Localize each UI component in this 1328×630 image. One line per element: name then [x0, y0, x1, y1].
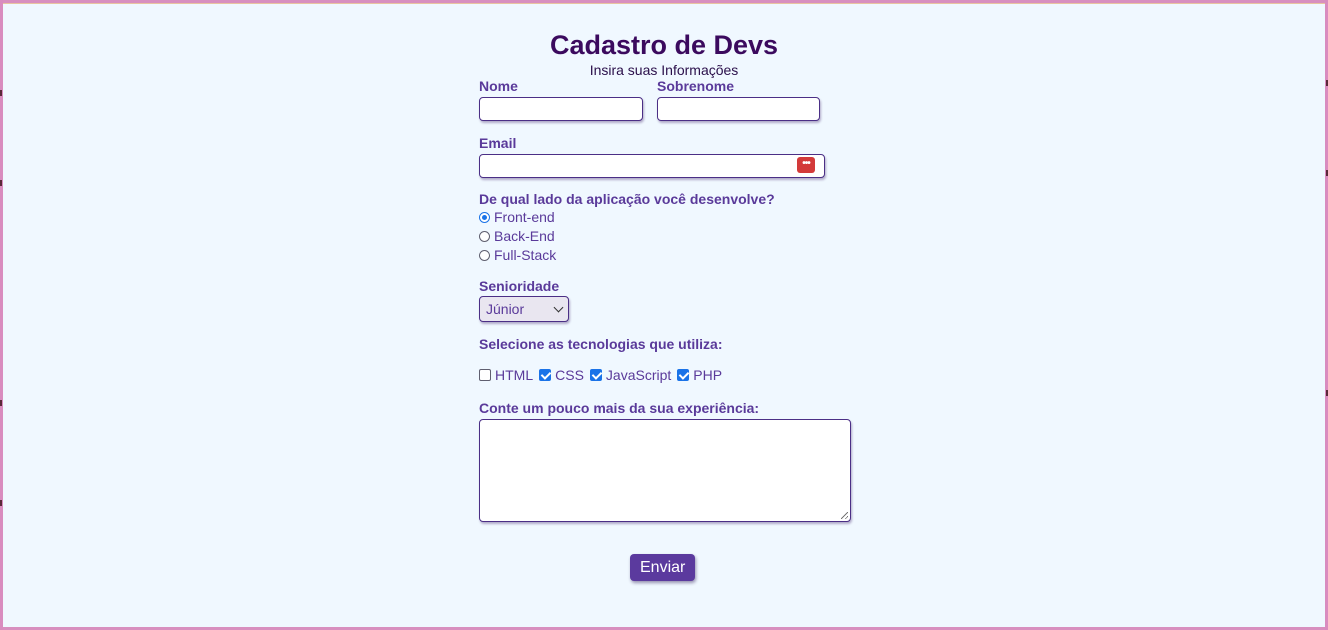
tech-option-php[interactable]: PHP — [677, 367, 722, 383]
radio-frontend[interactable] — [479, 211, 490, 223]
radio-backend[interactable] — [479, 230, 490, 242]
radio-frontend-label: Front-end — [494, 209, 555, 225]
checkbox-html[interactable] — [479, 369, 491, 381]
checkbox-html-label: HTML — [495, 367, 534, 383]
checkbox-javascript-label: JavaScript — [605, 367, 672, 383]
chevron-down-icon — [553, 302, 564, 313]
experience-label: Conte um pouco mais da sua experiência: — [479, 400, 760, 416]
seniority-selected-value: Júnior — [486, 301, 525, 317]
tech-option-css[interactable]: CSS — [539, 367, 584, 383]
radio-option-backend[interactable]: Back-End — [479, 228, 555, 244]
email-label: Email — [479, 135, 517, 151]
sobrenome-label: Sobrenome — [657, 78, 735, 94]
tech-option-html[interactable]: HTML — [479, 367, 533, 383]
radio-fullstack-label: Full-Stack — [494, 247, 557, 263]
radio-backend-label: Back-End — [494, 228, 555, 244]
submit-button[interactable]: Enviar — [630, 554, 696, 581]
checkbox-php-label: PHP — [693, 367, 723, 383]
checkbox-php[interactable] — [677, 369, 690, 381]
checkbox-css[interactable] — [539, 369, 552, 381]
tech-option-javascript[interactable]: JavaScript — [589, 367, 672, 383]
password-manager-icon[interactable]: ••• — [797, 157, 815, 173]
checkbox-css-label: CSS — [555, 367, 584, 383]
checkbox-javascript[interactable] — [589, 369, 602, 381]
page-title: Cadastro de Devs — [549, 30, 779, 60]
radio-fullstack[interactable] — [479, 249, 490, 261]
nome-label: Nome — [479, 78, 518, 94]
side-question-label: De qual lado da aplicação você desenvolv… — [479, 191, 775, 207]
seniority-label: Senioridade — [479, 278, 560, 294]
page-subtitle: Insira suas Informações — [589, 62, 739, 78]
seniority-select[interactable]: Júnior — [479, 296, 569, 322]
email-input[interactable] — [479, 154, 825, 178]
experience-textarea[interactable] — [479, 419, 851, 522]
resize-grip-icon[interactable] — [841, 512, 848, 519]
tech-checkbox-group: HTML CSS JavaScript PHP — [479, 367, 728, 383]
sobrenome-input[interactable] — [657, 97, 820, 121]
radio-option-fullstack[interactable]: Full-Stack — [479, 247, 556, 263]
radio-option-frontend[interactable]: Front-end — [479, 209, 555, 225]
tech-label: Selecione as tecnologias que utiliza: — [479, 336, 723, 352]
nome-input[interactable] — [479, 97, 643, 121]
page-container: Cadastro de Devs Insira suas Informações… — [3, 3, 1325, 627]
